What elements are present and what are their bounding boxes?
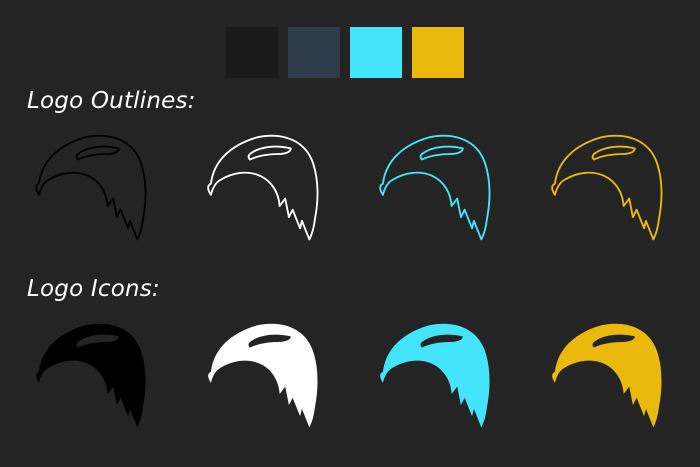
eagle-head-outline-icon bbox=[551, 134, 663, 241]
eagle-head-outline-icon bbox=[379, 134, 491, 241]
eagle-head-icon bbox=[380, 323, 490, 428]
logo-icon-black bbox=[20, 316, 160, 446]
eagle-head-icon bbox=[208, 323, 318, 428]
swatch-cyan bbox=[350, 27, 402, 78]
eagle-head-outline-icon bbox=[35, 134, 147, 241]
swatch-near-black bbox=[226, 27, 278, 78]
eagle-head-icon bbox=[36, 323, 146, 428]
swatch-slate bbox=[288, 27, 340, 78]
logo-outline-gold bbox=[536, 128, 676, 258]
logo-icon-white bbox=[192, 316, 332, 446]
logo-outline-cyan bbox=[364, 128, 504, 258]
color-palette bbox=[226, 27, 466, 79]
swatch-gold bbox=[412, 27, 464, 78]
eagle-head-outline-icon bbox=[207, 134, 319, 241]
icons-section-title: Logo Icons: bbox=[27, 276, 160, 302]
logo-icon-cyan bbox=[364, 316, 504, 446]
outlines-section-title: Logo Outlines: bbox=[27, 88, 196, 114]
logo-outline-black bbox=[20, 128, 160, 258]
logo-icon-gold bbox=[536, 316, 676, 446]
eagle-head-icon bbox=[552, 323, 662, 428]
logo-outline-white bbox=[192, 128, 332, 258]
